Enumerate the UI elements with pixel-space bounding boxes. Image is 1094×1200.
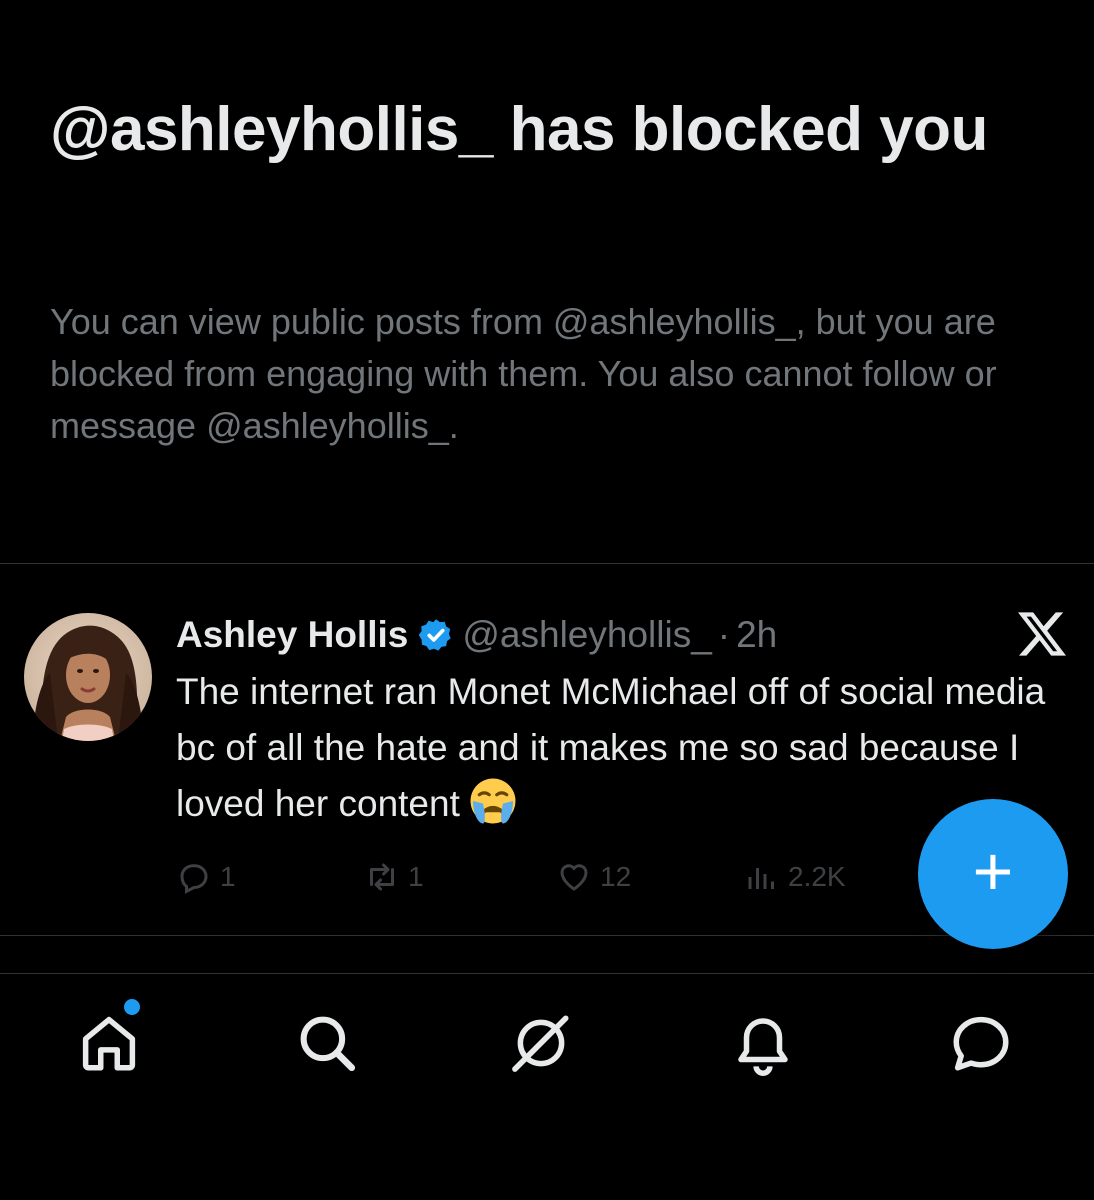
repost-count: 1	[408, 861, 424, 892]
messages-icon[interactable]	[948, 1010, 1014, 1076]
repost-icon	[370, 863, 394, 891]
search-icon[interactable]	[294, 1010, 360, 1076]
bell-icon[interactable]	[730, 1010, 796, 1076]
heart-icon	[560, 864, 588, 891]
post-header: Ashley Hollis @ashleyhollis_ · 2h	[176, 608, 777, 662]
x-logo-icon	[1018, 612, 1066, 656]
separator-dot: ·	[717, 614, 731, 655]
crying-face-emoji-icon	[470, 778, 516, 824]
plus-icon: +	[972, 832, 1014, 910]
blocked-profile-screen: @ashleyhollis_ has blocked you You can v…	[0, 0, 1094, 1200]
blocked-title: @ashleyhollis_ has blocked you	[50, 95, 988, 164]
blocked-description: You can view public posts from @ashleyho…	[50, 301, 997, 446]
avatar[interactable]	[24, 613, 152, 741]
post-time[interactable]: 2h	[736, 614, 777, 656]
like-count: 12	[600, 861, 632, 892]
like-button[interactable]: 12	[556, 852, 631, 902]
divider	[0, 935, 1094, 936]
author-name[interactable]: Ashley Hollis	[176, 614, 408, 656]
bottom-nav	[0, 974, 1094, 1200]
grok-icon[interactable]	[508, 1010, 574, 1076]
verified-badge-icon	[419, 619, 452, 651]
post-text: The internet ran Monet McMichael off of …	[176, 664, 1056, 832]
post-body: The internet ran Monet McMichael off of …	[176, 671, 1046, 824]
reply-icon	[180, 864, 208, 894]
analytics-icon	[748, 868, 774, 889]
author-handle[interactable]: @ashleyhollis_	[462, 614, 711, 656]
notification-dot	[124, 999, 140, 1015]
views-count: 2.2K	[788, 861, 846, 892]
compose-button[interactable]: +	[918, 799, 1068, 949]
home-icon[interactable]	[76, 1010, 142, 1076]
views-button[interactable]: 2.2K	[744, 852, 846, 902]
reply-count: 1	[220, 861, 236, 892]
repost-button[interactable]: 1	[364, 852, 424, 902]
reply-button[interactable]: 1	[176, 852, 236, 902]
divider	[0, 563, 1094, 564]
